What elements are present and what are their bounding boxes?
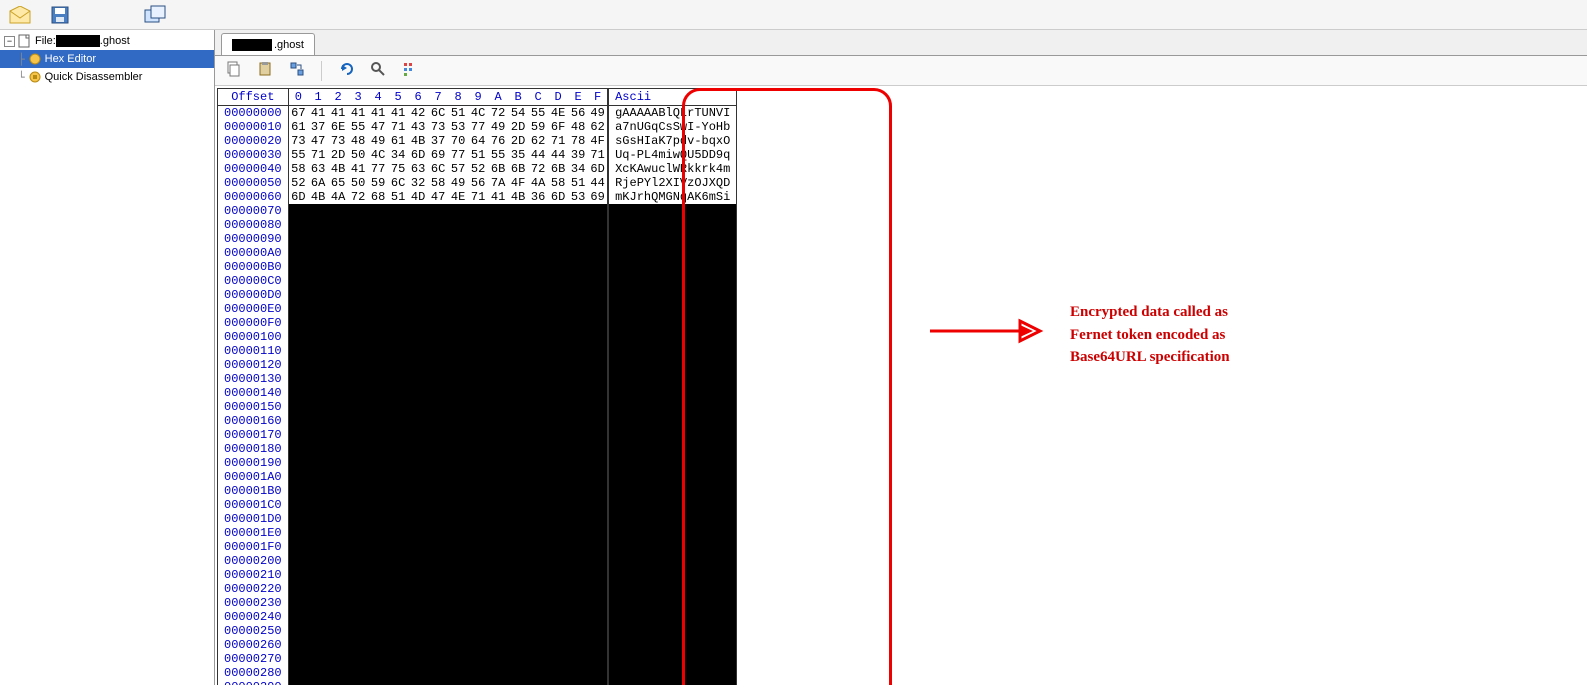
redacted-filename — [232, 39, 272, 51]
tree-item-disassembler[interactable]: └ Quick Disassembler — [0, 68, 214, 86]
editor-pane: .ghost Offset0123456789ABCDEFAscii000000… — [215, 30, 1587, 685]
tree-connector: └ — [18, 71, 25, 84]
main-area: − File:.ghost ├ Hex Editor └ Quick Disas… — [0, 30, 1587, 685]
hex-table[interactable]: Offset0123456789ABCDEFAscii0000000067414… — [217, 88, 737, 685]
hex-icon — [27, 51, 43, 67]
tree-root[interactable]: − File:.ghost — [0, 32, 214, 50]
tree-item-label: Quick Disassembler — [45, 71, 143, 83]
tree-item-label: Hex Editor — [45, 53, 96, 65]
copy-icon[interactable] — [225, 61, 241, 80]
tab-suffix: .ghost — [274, 39, 304, 51]
windows-icon[interactable] — [144, 3, 168, 27]
tree-item-hex-editor[interactable]: ├ Hex Editor — [0, 50, 214, 68]
tab-bar: .ghost — [215, 30, 1587, 56]
tree-pane: − File:.ghost ├ Hex Editor └ Quick Disas… — [0, 30, 215, 685]
file-icon — [17, 33, 33, 49]
tab-file[interactable]: .ghost — [221, 33, 315, 55]
hex-toolbar — [215, 56, 1587, 86]
envelope-icon[interactable] — [8, 3, 32, 27]
file-tree: − File:.ghost ├ Hex Editor └ Quick Disas… — [0, 30, 214, 88]
collapse-icon[interactable]: − — [4, 36, 15, 47]
disasm-icon — [27, 69, 43, 85]
tree-root-label: File:.ghost — [35, 35, 130, 47]
hex-view: Offset0123456789ABCDEFAscii0000000067414… — [215, 86, 1587, 685]
options-icon[interactable] — [402, 61, 418, 80]
find-icon[interactable] — [370, 61, 386, 80]
save-icon[interactable] — [48, 3, 72, 27]
swap-icon[interactable] — [289, 61, 305, 80]
arrow-icon — [925, 311, 1045, 351]
annotation-text: Encrypted data called as Fernet token en… — [1070, 301, 1230, 369]
paste-icon[interactable] — [257, 61, 273, 80]
app-top-toolbar — [0, 0, 1587, 30]
tree-connector: ├ — [18, 53, 25, 66]
separator — [321, 61, 322, 81]
redo-icon[interactable] — [338, 61, 354, 80]
